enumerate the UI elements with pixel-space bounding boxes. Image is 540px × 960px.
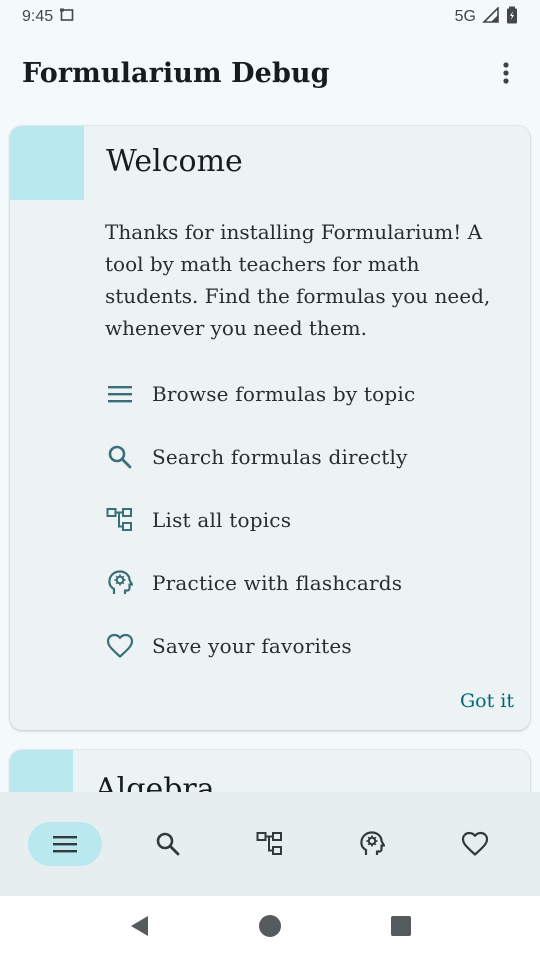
recents-button[interactable] bbox=[390, 915, 412, 941]
card-accent-block bbox=[10, 126, 84, 200]
feature-label: Search formulas directly bbox=[152, 444, 408, 469]
more-options-button[interactable] bbox=[492, 53, 520, 93]
bottom-navigation bbox=[0, 792, 540, 896]
feature-label: List all topics bbox=[152, 507, 292, 532]
search-icon bbox=[156, 832, 179, 856]
feature-favorites: Save your favorites bbox=[106, 614, 516, 677]
signal-icon bbox=[482, 5, 500, 28]
nav-topics[interactable] bbox=[233, 822, 307, 866]
nav-favorites[interactable] bbox=[438, 822, 512, 866]
app-title: Formularium Debug bbox=[22, 57, 330, 89]
feature-label: Save your favorites bbox=[152, 633, 352, 658]
topics-tree-icon bbox=[106, 506, 134, 534]
feature-flashcards: Practice with flashcards bbox=[106, 551, 516, 614]
back-triangle-icon bbox=[131, 916, 148, 936]
screenshot-notification-icon bbox=[59, 7, 75, 28]
search-icon bbox=[106, 443, 134, 471]
home-button[interactable] bbox=[258, 914, 282, 942]
nav-browse[interactable] bbox=[28, 822, 103, 866]
feature-browse: Browse formulas by topic bbox=[106, 362, 516, 425]
feature-list: Browse formulas by topic Search formulas… bbox=[106, 362, 516, 677]
network-type: 5G bbox=[454, 8, 476, 25]
top-app-bar: Formularium Debug bbox=[0, 40, 540, 106]
topics-tree-icon bbox=[256, 832, 282, 855]
recents-square-icon bbox=[391, 916, 411, 936]
nav-search[interactable] bbox=[131, 822, 205, 866]
heart-icon bbox=[106, 632, 134, 660]
welcome-body: Thanks for installing Formularium! A too… bbox=[105, 220, 491, 340]
back-button[interactable] bbox=[128, 914, 150, 942]
more-vert-icon bbox=[503, 62, 509, 84]
home-circle-icon bbox=[259, 915, 281, 937]
menu-icon bbox=[106, 380, 134, 408]
feature-label: Practice with flashcards bbox=[152, 570, 403, 595]
feature-search: Search formulas directly bbox=[106, 425, 516, 488]
status-time: 9:45 bbox=[22, 8, 54, 25]
got-it-button[interactable]: Got it bbox=[460, 690, 514, 712]
menu-icon bbox=[53, 836, 78, 853]
welcome-title: Welcome bbox=[106, 144, 243, 179]
feature-label: Browse formulas by topic bbox=[152, 381, 416, 406]
battery-icon bbox=[506, 6, 518, 29]
psychology-icon bbox=[106, 569, 134, 597]
system-navigation-bar bbox=[0, 896, 540, 960]
nav-flashcards[interactable] bbox=[335, 822, 409, 866]
welcome-card: Welcome Thanks for installing Formulariu… bbox=[10, 126, 530, 730]
psychology-icon bbox=[360, 831, 386, 855]
heart-icon bbox=[461, 831, 488, 856]
status-bar: 9:45 5G bbox=[0, 0, 540, 34]
feature-topics: List all topics bbox=[106, 488, 516, 551]
